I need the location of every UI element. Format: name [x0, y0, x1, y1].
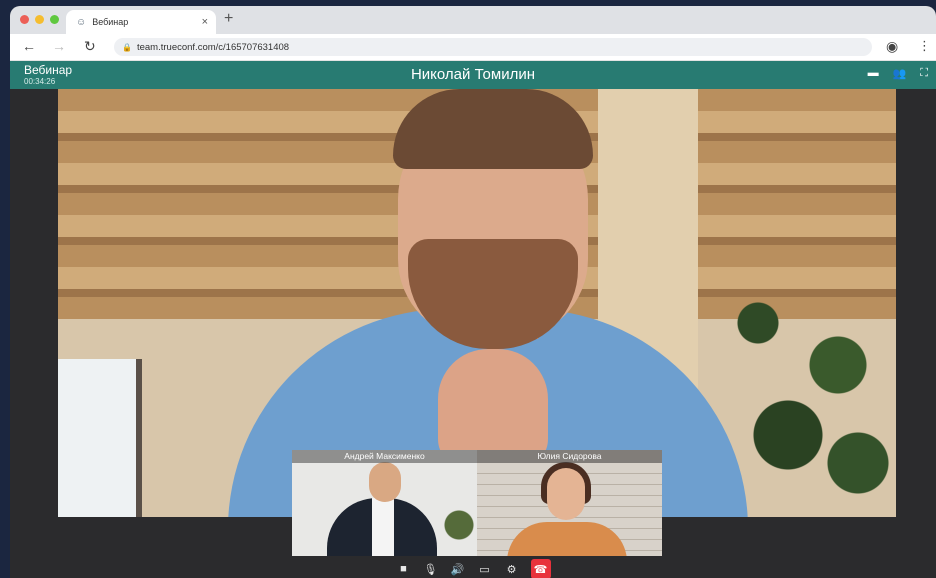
participant-thumbnails: Андрей Максименко Юлия Сидорова — [292, 450, 662, 556]
tab-title: Вебинар — [92, 17, 129, 27]
new-tab-button[interactable]: + — [224, 10, 233, 28]
browser-window: ☺ Вебинар × + ← → ↻ 🔒 team.trueconf.com/… — [10, 6, 936, 578]
screen-share-icon[interactable]: ▭ — [477, 561, 493, 577]
lock-icon: 🔒 — [122, 42, 132, 52]
thumb-plant — [442, 490, 476, 556]
tab-bar: ☺ Вебинар × + — [10, 6, 936, 34]
favicon-icon: ☺ — [76, 16, 87, 28]
minimize-window-button[interactable] — [35, 15, 44, 24]
close-window-button[interactable] — [20, 15, 29, 24]
speaker-volume-icon[interactable]: 🔊 — [450, 561, 466, 577]
participant-head — [369, 462, 401, 502]
forward-icon[interactable]: → — [52, 38, 66, 54]
video-window — [58, 359, 142, 517]
camera-icon[interactable]: ■ — [396, 561, 412, 577]
url-text: team.trueconf.com/c/165707631408 — [136, 41, 290, 53]
reload-icon[interactable]: ↻ — [84, 38, 96, 55]
chat-icon[interactable]: ▬ — [868, 67, 879, 80]
settings-icon[interactable]: ⚙ — [504, 561, 520, 577]
conference-header: Вебинар 00:34:26 Николай Томилин ▬ 👥 ⛶ — [10, 61, 936, 89]
menu-icon[interactable]: ⋮ — [918, 38, 931, 54]
participant-name: Андрей Максименко — [292, 450, 477, 463]
participant-head — [547, 468, 585, 520]
call-controls: ■ 🎙 🔊 ▭ ⚙ ☎ — [10, 558, 936, 578]
browser-toolbar: ← → ↻ 🔒 team.trueconf.com/c/165707631408… — [10, 34, 936, 61]
tab-close-icon[interactable]: × — [202, 16, 208, 28]
back-icon[interactable]: ← — [22, 38, 36, 54]
speaker-name: Николай Томилин — [410, 66, 536, 83]
browser-tab[interactable]: ☺ Вебинар × — [66, 10, 216, 34]
participant-tile[interactable]: Юлия Сидорова — [477, 450, 662, 556]
header-actions: ▬ 👥 ⛶ — [868, 67, 928, 80]
window-controls — [20, 15, 59, 24]
participant-shirt — [372, 498, 394, 556]
participant-name: Юлия Сидорова — [477, 450, 662, 463]
fullscreen-icon[interactable]: ⛶ — [920, 67, 928, 80]
conference-stage: Вебинар 00:34:26 Николай Томилин ▬ 👥 ⛶ А… — [10, 61, 936, 578]
address-bar[interactable]: 🔒 team.trueconf.com/c/165707631408 — [114, 38, 872, 56]
maximize-window-button[interactable] — [50, 15, 59, 24]
participants-icon[interactable]: 👥 — [893, 67, 907, 80]
participant-tile[interactable]: Андрей Максименко — [292, 450, 477, 556]
microphone-icon[interactable]: 🎙 — [423, 561, 439, 577]
speaker-hair — [393, 89, 593, 169]
profile-icon[interactable]: ◉ — [886, 38, 898, 55]
hangup-button[interactable]: ☎ — [530, 559, 551, 578]
